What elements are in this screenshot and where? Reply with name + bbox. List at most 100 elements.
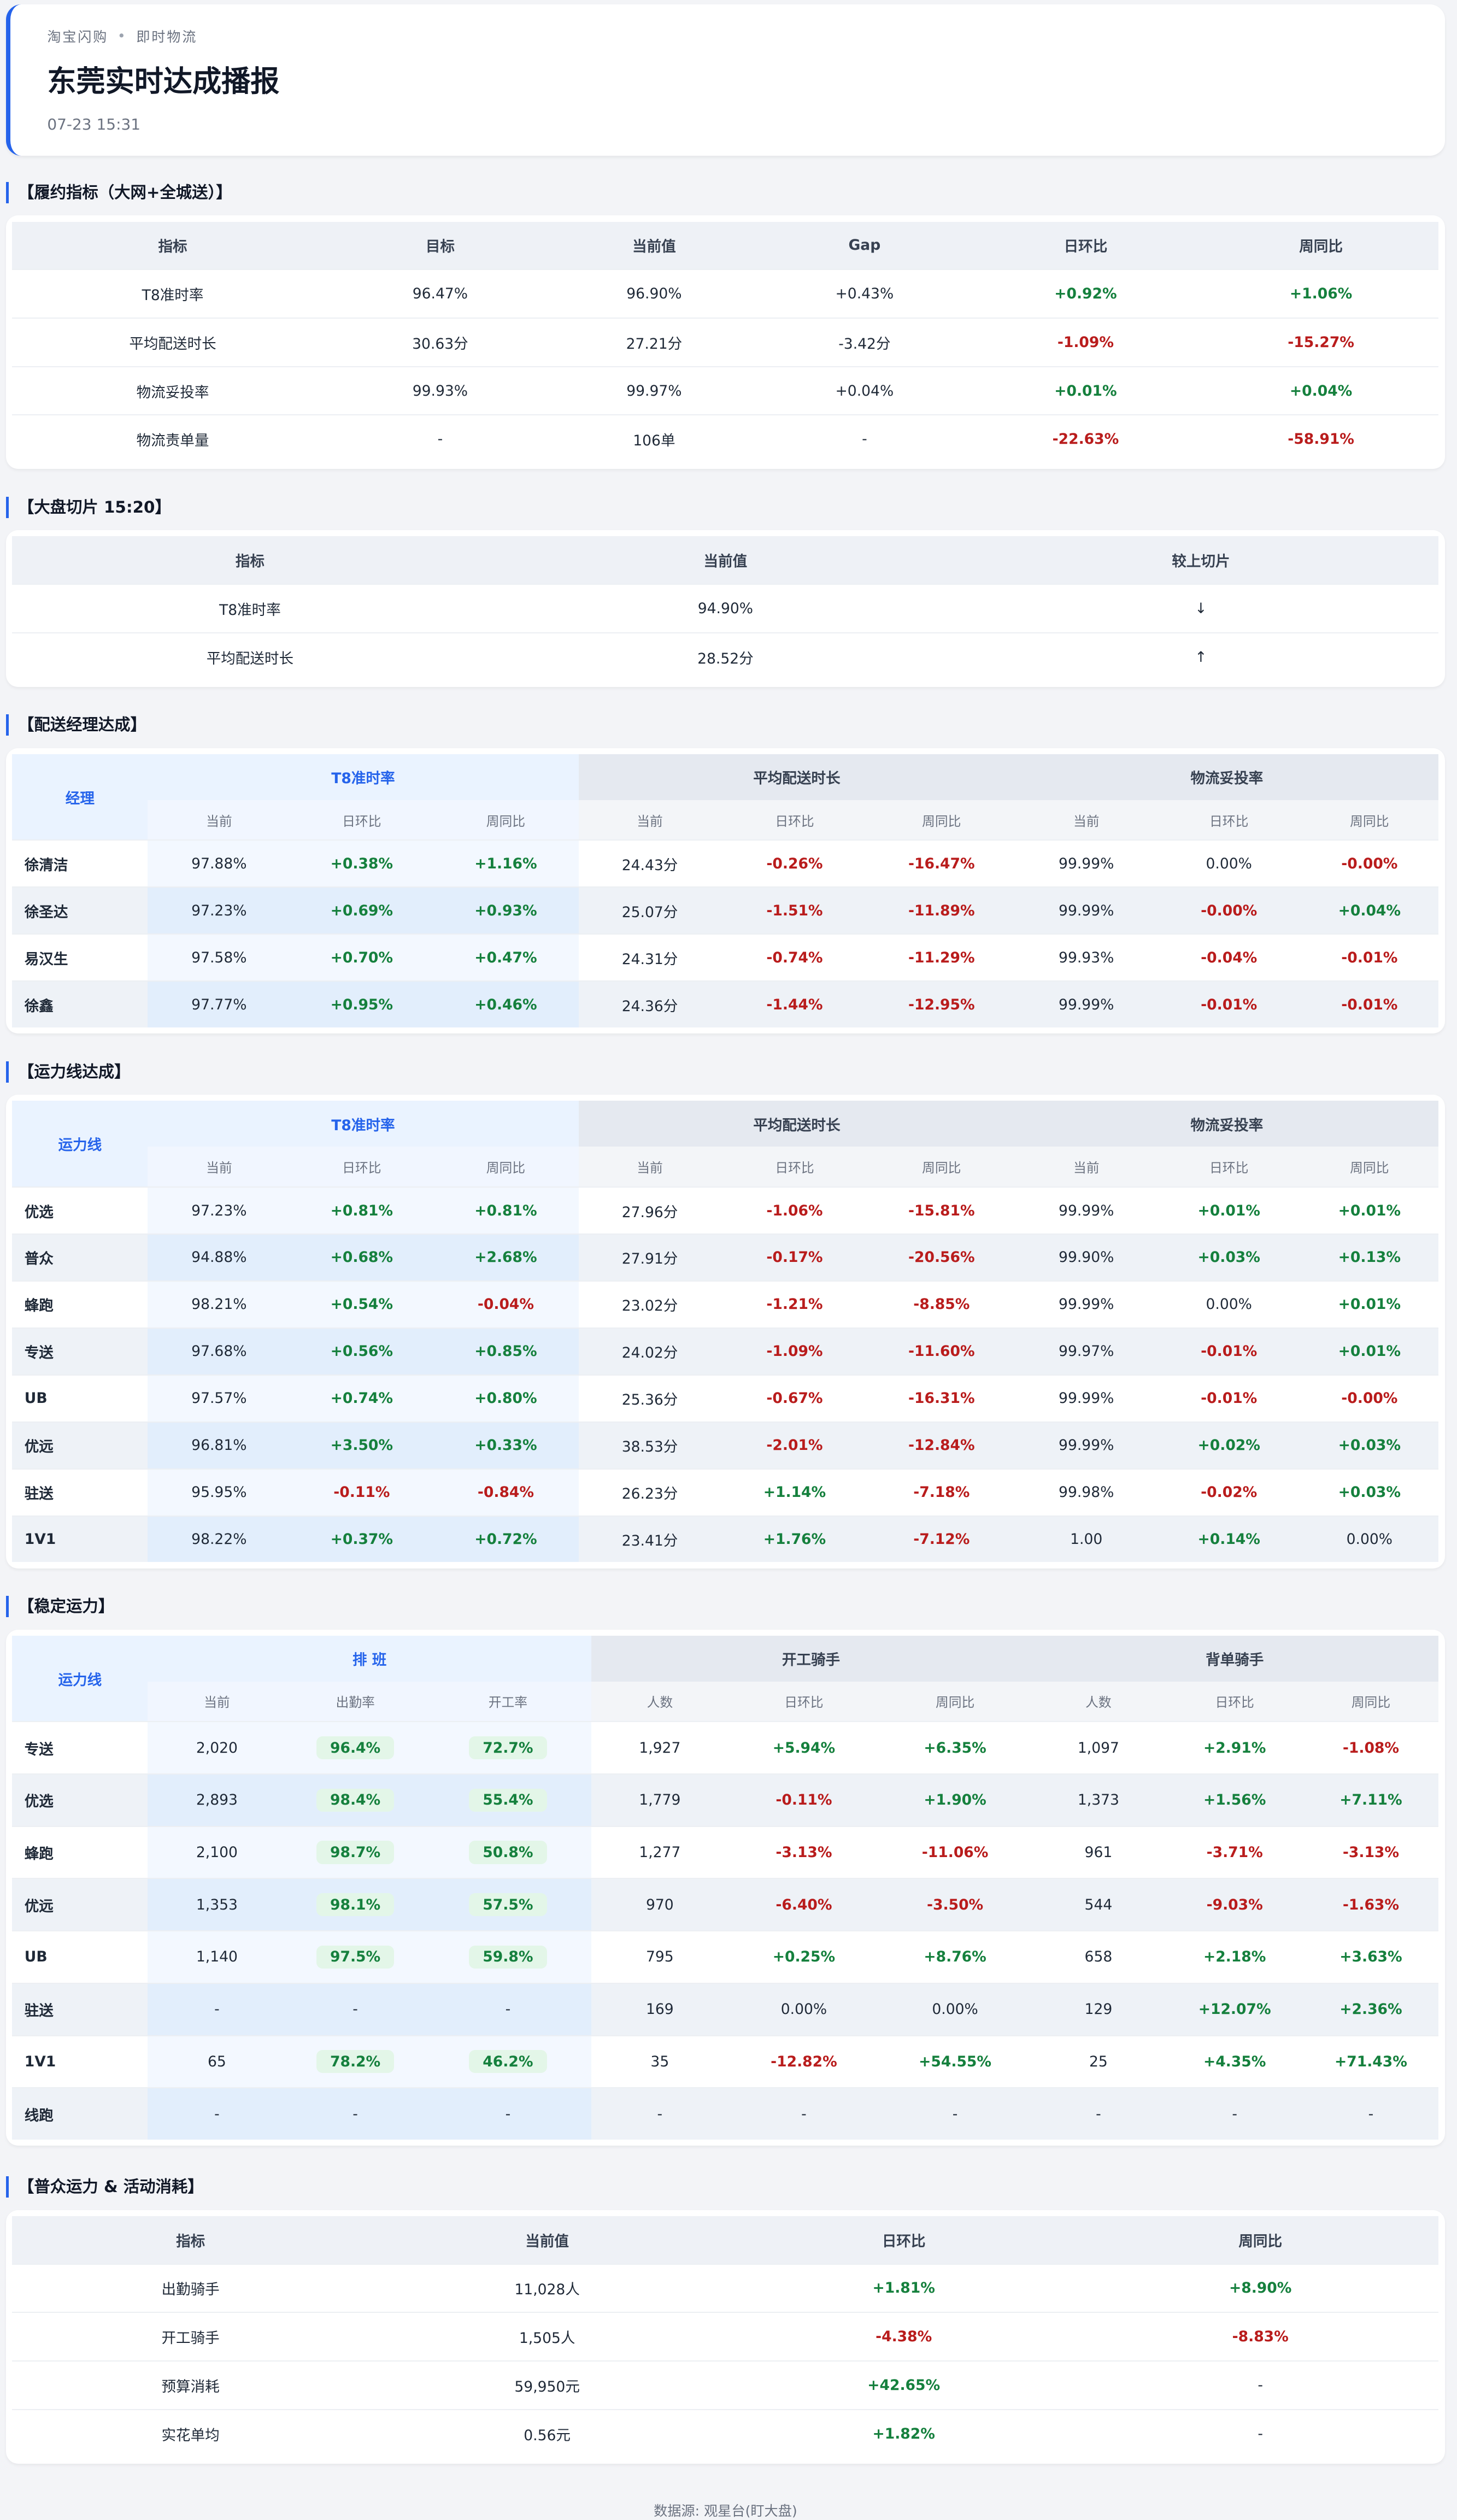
table-cell: 94.88% xyxy=(148,1233,291,1281)
rate-badge: 98.1% xyxy=(316,1893,395,1917)
table-cell: 99.99% xyxy=(1015,886,1158,935)
section-title-capacity: 【运力线达成】 xyxy=(6,1061,1444,1083)
sub-header: 周同比 xyxy=(433,1147,579,1188)
column-header: 指标 xyxy=(12,536,488,585)
table-cell: 1,927 xyxy=(591,1721,728,1775)
table-cell: -0.01% xyxy=(1158,980,1301,1028)
table-cell: 0.56元 xyxy=(368,2409,726,2458)
table-cell: 99.99% xyxy=(1015,980,1158,1028)
section-title-fulfillment: 【履约指标（大网+全城送）】 xyxy=(6,181,1444,204)
table-cell: -9.03% xyxy=(1166,1878,1303,1931)
table-cell: 物流责单量 xyxy=(12,414,333,463)
table-cell: +0.95% xyxy=(290,980,433,1028)
table-cell: 57.5% xyxy=(424,1878,592,1931)
table-cell: - xyxy=(1166,2087,1303,2140)
table-cell: - xyxy=(424,1982,592,2036)
table-cell: 27.96分 xyxy=(578,1186,721,1234)
table-cell: -0.04% xyxy=(1158,933,1301,982)
table-row: 徐鑫 97.77% +0.95% +0.46% 24.36分 -1.44% -12.95% 9… xyxy=(12,980,1439,1028)
section-title-stable: 【稳定运力】 xyxy=(6,1595,1444,1618)
breadcrumb-item: 即时物流 xyxy=(136,28,198,45)
table-cell: -7.18% xyxy=(868,1468,1015,1516)
group-header: 背单骑手 xyxy=(1030,1635,1439,1682)
table-cell: +0.46% xyxy=(433,980,579,1028)
table-cell: -58.91% xyxy=(1203,414,1439,463)
table-cell: -8.83% xyxy=(1082,2312,1439,2361)
table-cell: +0.37% xyxy=(290,1515,433,1562)
table-cell: -15.81% xyxy=(868,1186,1015,1234)
row-label: UB xyxy=(12,1374,148,1422)
sub-header: 日环比 xyxy=(1166,1681,1303,1722)
page-title: 东莞实时达成播报 xyxy=(47,64,280,98)
row-label: 1V1 xyxy=(12,1515,148,1562)
table-cell: 99.98% xyxy=(1015,1468,1158,1516)
table-cell: +1.14% xyxy=(721,1468,868,1516)
table-cell: 24.31分 xyxy=(578,933,721,982)
table-cell: 99.90% xyxy=(1015,1233,1158,1281)
table-cell: - xyxy=(728,2087,880,2140)
table-cell: +0.13% xyxy=(1300,1233,1439,1281)
table-cell: 26.23分 xyxy=(578,1468,721,1516)
table-cell: -12.82% xyxy=(728,2035,880,2088)
table-cell: ↑ xyxy=(963,632,1439,681)
table-row: 线跑 - - - - - - - - - xyxy=(12,2087,1439,2140)
column-header: 指标 xyxy=(12,221,333,270)
table-cell: 96.81% xyxy=(148,1421,291,1469)
table-cell: +2.91% xyxy=(1166,1721,1303,1775)
table-cell: -1.09% xyxy=(968,318,1203,367)
table-cell: 658 xyxy=(1030,1930,1166,1983)
snapshot-table: 指标 当前值 较上切片 T8准时率 94.90% ↓ 平均配送时长 28.52分 ↑ xyxy=(12,536,1439,681)
table-cell: 0.00% xyxy=(1158,1280,1301,1328)
table-cell: 1,505人 xyxy=(368,2312,726,2361)
table-cell: 59.8% xyxy=(424,1930,592,1983)
table-cell: +0.56% xyxy=(290,1327,433,1375)
sub-header: 当前 xyxy=(1015,800,1158,841)
table-cell: 97.58% xyxy=(148,933,291,982)
table-cell: 35 xyxy=(591,2035,728,2088)
column-header: 周同比 xyxy=(1203,221,1439,270)
row-label: 1V1 xyxy=(12,2035,148,2088)
table-cell: 98.4% xyxy=(286,1773,425,1826)
sub-header: 周同比 xyxy=(1300,1147,1439,1188)
fulfillment-table: 指标 目标 当前值 Gap 日环比 周同比 T8准时率 96.47% 96.90% +0.43%… xyxy=(12,221,1439,463)
table-row: 优选 2,893 98.4% 55.4% 1,779 -0.11% +1.90% 1,373 +… xyxy=(12,1773,1439,1826)
table-cell: 2,893 xyxy=(148,1773,286,1826)
table-cell: - xyxy=(761,414,968,463)
table-cell: -1.08% xyxy=(1303,1721,1439,1775)
table-cell: -0.26% xyxy=(721,839,868,888)
table-cell: +1.90% xyxy=(879,1773,1031,1826)
sub-header: 当前 xyxy=(1015,1147,1158,1188)
table-cell: 27.91分 xyxy=(578,1233,721,1281)
table-cell: +0.38% xyxy=(290,839,433,888)
table-cell: +8.76% xyxy=(879,1930,1031,1983)
row-label: 易汉生 xyxy=(12,933,148,982)
table-cell: -12.84% xyxy=(868,1421,1015,1469)
puzhong-table: 指标 当前值 日环比 周同比 出勤骑手 11,028人 +1.81% +8.90% 开工骑手 1… xyxy=(12,2216,1439,2458)
sub-header: 日环比 xyxy=(728,1681,880,1722)
rate-badge: 55.4% xyxy=(469,1788,547,1812)
table-cell: -0.01% xyxy=(1300,933,1439,982)
row-label: 优远 xyxy=(12,1878,148,1931)
table-cell: +0.01% xyxy=(968,366,1203,415)
table-cell: 11,028人 xyxy=(368,2263,726,2313)
table-cell: 38.53分 xyxy=(578,1421,721,1469)
table-cell: T8准时率 xyxy=(12,269,333,319)
table-row: 物流责单量 -106单 - -22.63% -58.91% xyxy=(12,414,1439,463)
table-cell: 970 xyxy=(591,1878,728,1931)
table-cell: +0.85% xyxy=(433,1327,579,1375)
table-cell: +4.35% xyxy=(1166,2035,1303,2088)
table-cell: 97.68% xyxy=(148,1327,291,1375)
sub-header: 人数 xyxy=(1030,1681,1166,1722)
table-cell: +1.56% xyxy=(1166,1773,1303,1826)
column-header: 日环比 xyxy=(968,221,1203,270)
table-cell: 99.99% xyxy=(1015,1280,1158,1328)
table-cell: +0.69% xyxy=(290,886,433,935)
table-cell: +2.68% xyxy=(433,1233,579,1281)
fulfillment-card: 指标 目标 当前值 Gap 日环比 周同比 T8准时率 96.47% 96.90% +0.43%… xyxy=(6,215,1445,469)
table-cell: +0.03% xyxy=(1300,1421,1439,1469)
table-cell: +1.06% xyxy=(1203,269,1439,319)
row-label: 线跑 xyxy=(12,2087,148,2140)
stable-card: 运力线排 班开工骑手 背单骑手 当前 出勤率 开工率 人数 日环比 周同比 人数 日环比 周同比 专送… xyxy=(6,1629,1445,2146)
manager-table: 经理 T8准时率 平均配送时长 物流妥投率 当前 日环比 周同比 当前 日环比 周同比 当前 日环比周… xyxy=(12,754,1439,1028)
group-header: T8准时率 xyxy=(148,1101,579,1147)
